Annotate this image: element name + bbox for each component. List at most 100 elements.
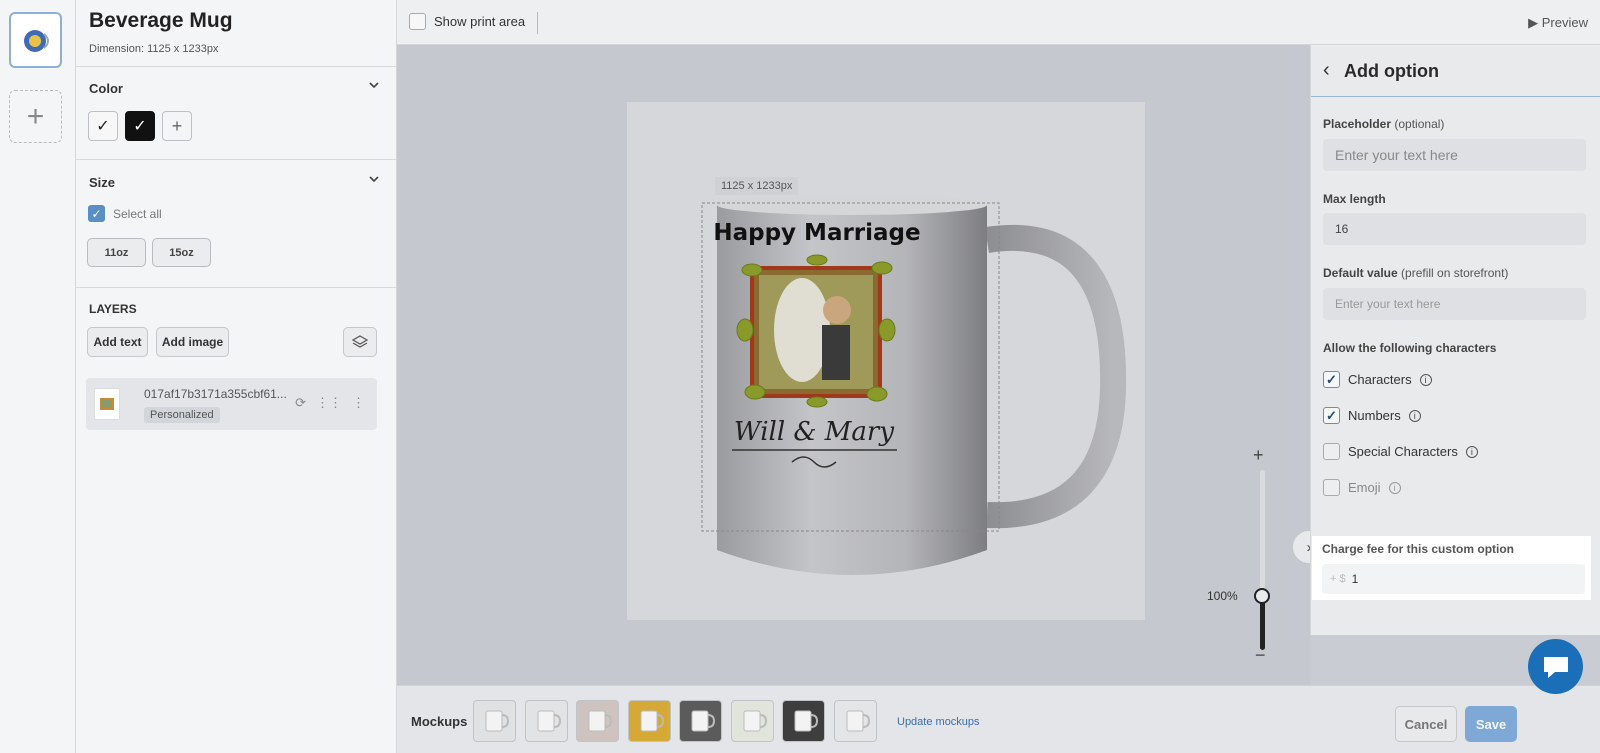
size-option-11oz[interactable]: 11oz bbox=[87, 238, 146, 267]
design-title-text: Happy Marriage bbox=[713, 220, 920, 246]
zoom-control: + 100% − bbox=[1207, 445, 1307, 685]
back-arrow-icon[interactable]: ‹ bbox=[1323, 59, 1330, 82]
layer-thumbnail bbox=[94, 388, 120, 420]
mockups-label: Mockups bbox=[411, 714, 468, 729]
default-value-input[interactable]: Enter your text here bbox=[1323, 288, 1586, 320]
charge-fee-value: 1 bbox=[1351, 572, 1359, 586]
plus-icon: + bbox=[26, 99, 45, 133]
info-icon[interactable]: i bbox=[1465, 445, 1478, 458]
design-canvas[interactable]: 1125 x 1233px Happy Marriage Will & Mary… bbox=[397, 45, 1326, 685]
default-value-hint: (prefill on storefront) bbox=[1401, 266, 1509, 280]
design-names-text: Will & Mary bbox=[734, 417, 894, 447]
save-button[interactable]: Save bbox=[1465, 706, 1517, 742]
numbers-label: Numbers bbox=[1348, 408, 1401, 423]
mug-thumbnail-icon bbox=[23, 30, 49, 52]
chevron-down-icon[interactable] bbox=[368, 79, 380, 91]
mockup-thumbnail[interactable] bbox=[679, 700, 722, 742]
placeholder-label-text: Placeholder bbox=[1323, 117, 1392, 131]
divider bbox=[537, 12, 538, 34]
mockup-thumbnail[interactable] bbox=[730, 700, 774, 742]
mug-design-preview[interactable]: Happy Marriage Will & Mary bbox=[697, 180, 1137, 600]
mockups-bar: Mockups Update mockups Cancel Save bbox=[397, 685, 1600, 753]
check-icon: ✓ bbox=[96, 118, 110, 135]
panel-title: Add option bbox=[1344, 61, 1439, 81]
top-toolbar: Show print area ▶ Preview bbox=[397, 0, 1600, 45]
product-dimension: Dimension: 1125 x 1233px bbox=[89, 43, 219, 55]
checkbox-checked-icon: ✓ bbox=[1323, 407, 1340, 424]
mockup-thumbnail[interactable] bbox=[473, 700, 516, 742]
max-length-label: Max length bbox=[1323, 192, 1386, 206]
zoom-slider-track[interactable] bbox=[1260, 470, 1265, 650]
preview-button[interactable]: ▶ Preview bbox=[1528, 15, 1588, 31]
layers-icon bbox=[352, 335, 368, 348]
select-all-label: Select all bbox=[113, 206, 162, 221]
layers-toggle-button[interactable] bbox=[343, 327, 377, 357]
special-characters-label: Special Characters bbox=[1348, 444, 1458, 459]
default-value-label: Default value (prefill on storefront) bbox=[1323, 266, 1508, 280]
size-option-15oz[interactable]: 15oz bbox=[152, 238, 211, 267]
zoom-in-button[interactable]: + bbox=[1253, 445, 1264, 466]
show-print-area-label: Show print area bbox=[434, 14, 526, 29]
chat-button[interactable] bbox=[1528, 639, 1583, 694]
divider bbox=[76, 66, 397, 67]
update-mockups-link[interactable]: Update mockups bbox=[897, 716, 980, 728]
mockup-thumbnail[interactable] bbox=[576, 700, 619, 742]
charge-fee-label: Charge fee for this custom option bbox=[1322, 542, 1515, 556]
select-all-sizes[interactable]: ✓ Select all bbox=[88, 205, 162, 222]
chevron-down-icon[interactable] bbox=[368, 173, 380, 185]
product-thumbnail[interactable] bbox=[9, 12, 62, 68]
numbers-checkbox[interactable]: ✓ Numbers i bbox=[1323, 407, 1421, 424]
checkbox-icon bbox=[1323, 479, 1340, 496]
info-icon[interactable]: i bbox=[1408, 409, 1421, 422]
check-icon: ✓ bbox=[133, 118, 147, 135]
optional-hint: (optional) bbox=[1394, 117, 1445, 131]
layer-name: 017af17b3171a355cbf61... bbox=[144, 387, 287, 401]
checkbox-icon bbox=[409, 13, 426, 30]
chat-bubble-icon bbox=[1543, 656, 1568, 678]
placeholder-label: Placeholder (optional) bbox=[1323, 117, 1444, 131]
emoji-checkbox[interactable]: Emoji i bbox=[1323, 479, 1401, 496]
zoom-out-button[interactable]: − bbox=[1255, 645, 1266, 666]
add-text-button[interactable]: Add text bbox=[87, 327, 148, 357]
show-print-area-toggle[interactable]: Show print area bbox=[409, 13, 525, 30]
emoji-label: Emoji bbox=[1348, 480, 1381, 495]
product-rail: + bbox=[0, 0, 76, 753]
divider bbox=[76, 159, 397, 160]
zoom-slider-fill bbox=[1260, 596, 1265, 650]
max-length-input[interactable]: 16 bbox=[1323, 213, 1586, 245]
default-value-label-text: Default value bbox=[1323, 266, 1398, 280]
color-swatch-white[interactable]: ✓ bbox=[88, 111, 118, 141]
refresh-icon[interactable]: ⟳ bbox=[295, 395, 306, 411]
characters-checkbox[interactable]: ✓ Characters i bbox=[1323, 371, 1432, 388]
info-icon[interactable]: i bbox=[1419, 373, 1432, 386]
panel-header: ‹ Add option bbox=[1311, 45, 1600, 97]
placeholder-input[interactable]: Enter your text here bbox=[1323, 139, 1586, 171]
zoom-slider-handle[interactable] bbox=[1254, 588, 1270, 604]
info-icon[interactable]: i bbox=[1388, 481, 1401, 494]
charge-fee-section: Charge fee for this custom option + $ 1 bbox=[1312, 536, 1591, 600]
cancel-button[interactable]: Cancel bbox=[1395, 706, 1457, 742]
drag-handle-icon[interactable]: ⋮⋮ bbox=[316, 395, 342, 411]
more-options-icon[interactable]: ⋮ bbox=[352, 395, 365, 411]
checkbox-checked-icon: ✓ bbox=[1323, 371, 1340, 388]
add-product-button[interactable]: + bbox=[9, 90, 62, 143]
characters-label: Characters bbox=[1348, 372, 1412, 387]
color-section-title: Color bbox=[89, 81, 123, 96]
plus-icon: + bbox=[171, 115, 183, 136]
product-title: Beverage Mug bbox=[89, 9, 233, 32]
size-section-title: Size bbox=[89, 175, 116, 190]
divider bbox=[76, 287, 397, 288]
charge-fee-input[interactable]: + $ 1 bbox=[1322, 564, 1585, 594]
add-image-button[interactable]: Add image bbox=[156, 327, 229, 357]
color-swatch-black[interactable]: ✓ bbox=[125, 111, 155, 141]
mockup-thumbnail[interactable] bbox=[782, 700, 825, 742]
add-color-button[interactable]: + bbox=[162, 111, 192, 141]
layer-item[interactable]: 017af17b3171a355cbf61... Personalized ⟳ … bbox=[86, 378, 377, 430]
checkbox-checked-icon: ✓ bbox=[88, 205, 105, 222]
mockup-thumbnail[interactable] bbox=[524, 700, 568, 742]
layer-tools: ⟳ ⋮⋮ ⋮ bbox=[295, 395, 365, 411]
mockup-thumbnail[interactable] bbox=[627, 700, 671, 742]
special-characters-checkbox[interactable]: Special Characters i bbox=[1323, 443, 1478, 460]
currency-prefix: + $ bbox=[1330, 573, 1346, 585]
mockup-thumbnail[interactable] bbox=[833, 700, 877, 742]
